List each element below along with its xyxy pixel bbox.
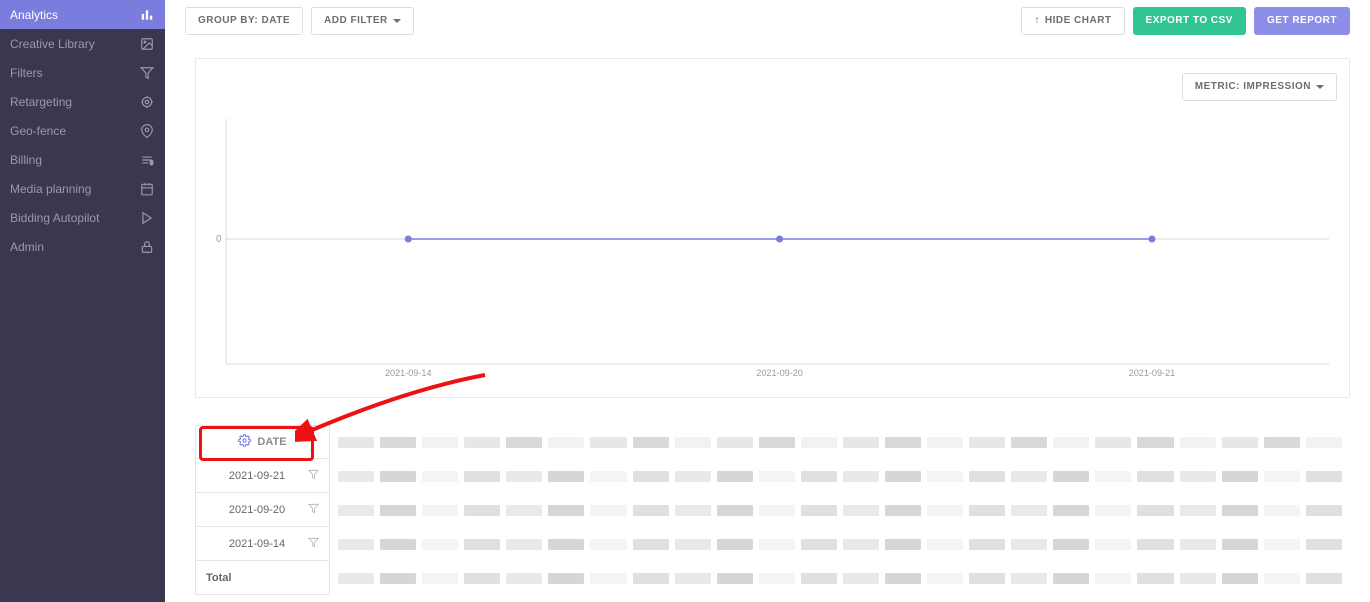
date-value: 2021-09-20 — [206, 504, 308, 516]
y-tick-0: 0 — [216, 234, 222, 245]
table-row: 2021-09-14 — [195, 527, 1350, 561]
sidebar: Analytics Creative Library Filters Retarget… — [0, 0, 165, 602]
sidebar-item-billing[interactable]: Billing $ — [0, 145, 165, 174]
date-cell[interactable]: 2021-09-14 — [195, 527, 330, 561]
sidebar-item-geo-fence[interactable]: Geo-fence — [0, 116, 165, 145]
x-tick-1: 2021-09-20 — [756, 368, 803, 378]
table-row: 2021-09-20 — [195, 493, 1350, 527]
data-cells — [330, 459, 1350, 493]
sidebar-item-label: Admin — [10, 240, 44, 254]
sidebar-item-label: Billing — [10, 153, 42, 167]
pin-icon — [139, 124, 155, 138]
x-tick-2: 2021-09-21 — [1129, 368, 1176, 378]
data-table: DATE 2021-09-21 2021-09-20 2021-09-14 Total — [195, 425, 1350, 602]
sidebar-item-label: Geo-fence — [10, 124, 66, 138]
toolbar: GROUP BY: DATE ADD FILTER ↑ HIDE CHART E… — [185, 5, 1350, 37]
funnel-icon[interactable] — [308, 503, 319, 517]
get-report-button[interactable]: GET REPORT — [1254, 7, 1350, 35]
data-cells — [330, 493, 1350, 527]
sidebar-item-label: Creative Library — [10, 37, 95, 51]
table-header-row: DATE — [195, 425, 1350, 459]
caret-down-icon — [1316, 85, 1324, 89]
arrow-up-icon: ↑ — [1034, 8, 1040, 34]
funnel-icon — [139, 66, 155, 80]
sidebar-item-bidding-autopilot[interactable]: Bidding Autopilot — [0, 203, 165, 232]
funnel-icon[interactable] — [308, 537, 319, 551]
date-cell[interactable]: 2021-09-20 — [195, 493, 330, 527]
chart-container: METRIC: IMPRESSION 0 2021-09-14 2021-09-… — [195, 58, 1350, 398]
group-by-button[interactable]: GROUP BY: DATE — [185, 7, 303, 35]
play-icon — [139, 211, 155, 225]
date-header-cell[interactable]: DATE — [195, 425, 330, 459]
caret-down-icon — [393, 19, 401, 23]
main-area: GROUP BY: DATE ADD FILTER ↑ HIDE CHART E… — [165, 0, 1370, 602]
money-icon: $ — [139, 153, 155, 167]
gear-icon[interactable] — [238, 434, 251, 450]
data-point-0 — [405, 236, 412, 243]
sidebar-item-label: Media planning — [10, 182, 91, 196]
date-header-label: DATE — [257, 436, 286, 448]
funnel-icon[interactable] — [308, 469, 319, 483]
data-point-2 — [1148, 236, 1155, 243]
metric-dropdown[interactable]: METRIC: IMPRESSION — [1182, 73, 1337, 101]
chart-plot: 0 2021-09-14 2021-09-20 2021-09-21 — [216, 114, 1329, 384]
image-icon — [139, 37, 155, 51]
sidebar-item-media-planning[interactable]: Media planning — [0, 174, 165, 203]
sidebar-item-creative-library[interactable]: Creative Library — [0, 29, 165, 58]
total-cells — [330, 561, 1350, 595]
sidebar-item-label: Filters — [10, 66, 43, 80]
sidebar-item-retargeting[interactable]: Retargeting — [0, 87, 165, 116]
lock-icon — [139, 240, 155, 254]
add-filter-label: ADD FILTER — [324, 8, 388, 34]
metric-label: METRIC: IMPRESSION — [1195, 74, 1311, 100]
sidebar-item-label: Bidding Autopilot — [10, 211, 99, 225]
sidebar-item-label: Analytics — [10, 8, 58, 22]
bar-icon — [139, 8, 155, 22]
date-cell[interactable]: 2021-09-21 — [195, 459, 330, 493]
date-value: 2021-09-14 — [206, 538, 308, 550]
data-cells — [330, 527, 1350, 561]
data-point-1 — [776, 236, 783, 243]
hide-chart-button[interactable]: ↑ HIDE CHART — [1021, 7, 1124, 35]
add-filter-button[interactable]: ADD FILTER — [311, 7, 414, 35]
table-row: 2021-09-21 — [195, 459, 1350, 493]
hide-chart-label: HIDE CHART — [1045, 8, 1112, 34]
table-header-rest — [330, 425, 1350, 459]
sidebar-item-filters[interactable]: Filters — [0, 58, 165, 87]
target-icon — [139, 95, 155, 109]
total-cell: Total — [195, 561, 330, 595]
date-value: 2021-09-21 — [206, 470, 308, 482]
svg-text:$: $ — [150, 160, 154, 166]
table-total-row: Total — [195, 561, 1350, 595]
sidebar-item-admin[interactable]: Admin — [0, 232, 165, 261]
sidebar-item-analytics[interactable]: Analytics — [0, 0, 165, 29]
sidebar-item-label: Retargeting — [10, 95, 72, 109]
calendar-icon — [139, 182, 155, 196]
export-csv-button[interactable]: EXPORT TO CSV — [1133, 7, 1246, 35]
x-tick-0: 2021-09-14 — [385, 368, 432, 378]
